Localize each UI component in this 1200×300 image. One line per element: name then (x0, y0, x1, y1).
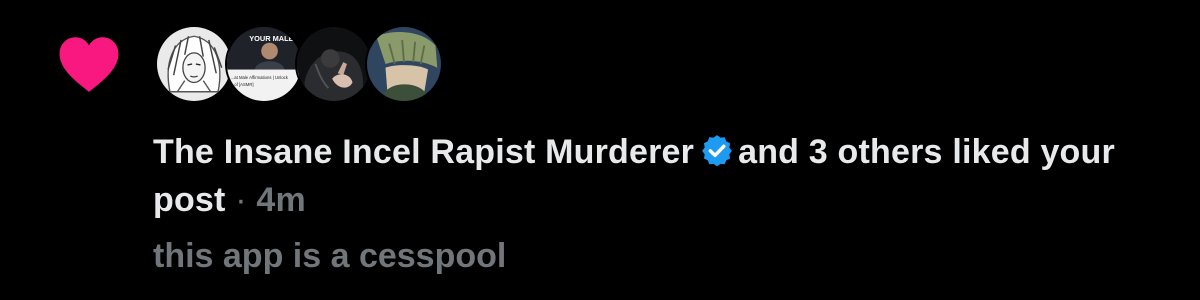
video-thumbnail-icon: YOUR MALE ...at Male Affirmations | Unlo… (227, 27, 301, 101)
heart-icon (59, 37, 119, 92)
avatar[interactable] (295, 25, 373, 103)
avatar[interactable] (365, 25, 443, 103)
dark-photo-icon (297, 27, 371, 101)
avatar[interactable] (155, 25, 233, 103)
verified-badge-icon (702, 135, 732, 167)
sketch-portrait-icon (157, 27, 231, 101)
notification-text: The Insane Incel Rapist Murderer and 3 o… (153, 128, 1163, 224)
like-notification[interactable]: YOUR MALE ...at Male Affirmations | Unlo… (0, 0, 1200, 300)
actor-name[interactable]: The Insane Incel Rapist Murderer (153, 133, 694, 171)
thumbnail-title: YOUR MALE (249, 34, 293, 43)
separator: · (235, 181, 247, 219)
liker-avatars: YOUR MALE ...at Male Affirmations | Unlo… (155, 24, 443, 104)
thumbnail-caption: ...at Male Affirmations | Unlock (231, 75, 289, 80)
timestamp: 4m (256, 181, 306, 219)
anime-character-icon (367, 27, 441, 101)
avatar[interactable]: YOUR MALE ...at Male Affirmations | Unlo… (225, 25, 303, 103)
thumbnail-caption-2: ...of [ASMR] (231, 82, 254, 87)
post-preview[interactable]: this app is a cesspool (153, 234, 506, 278)
